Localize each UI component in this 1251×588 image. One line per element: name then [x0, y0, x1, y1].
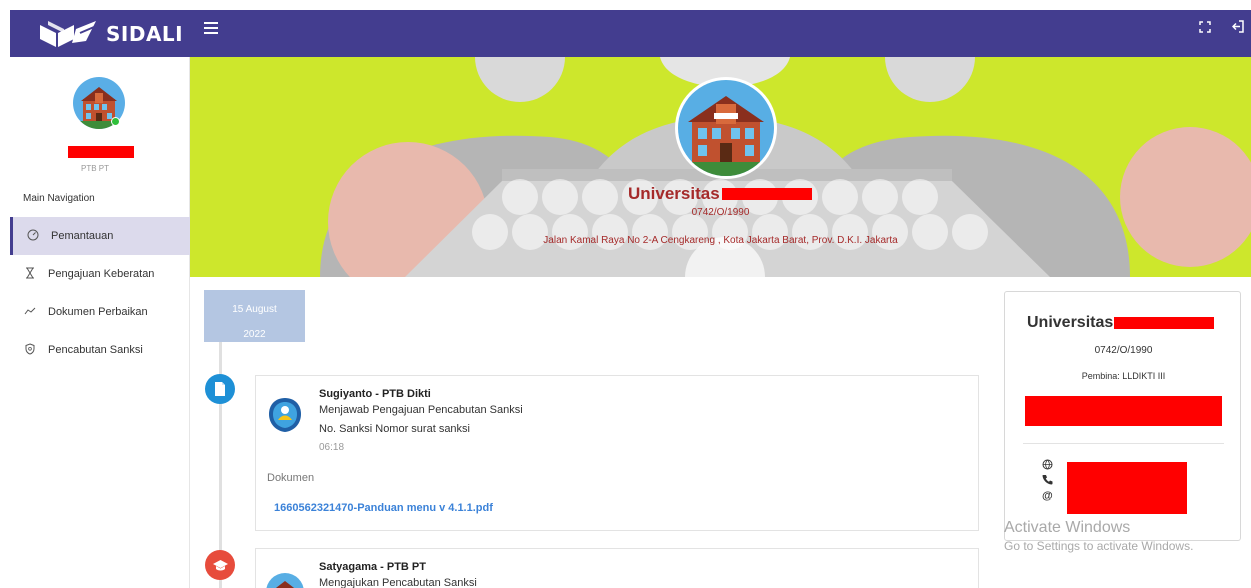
windows-activation-watermark: Activate Windows Go to Settings to activ… — [1004, 519, 1193, 553]
sidebar-item-pencabutan-sanksi[interactable]: Pencabutan Sanksi — [10, 331, 190, 369]
institution-address: Jalan Kamal Raya No 2-A Cengkareng , Kot… — [543, 235, 898, 246]
timeline-date-badge: 15 August 2022 — [204, 290, 305, 342]
institution-logo — [675, 77, 777, 179]
title-redacted — [1114, 317, 1215, 329]
sidebar-item-label: Pemantauan — [51, 230, 114, 242]
trend-icon — [10, 306, 36, 319]
globe-icon — [1042, 459, 1056, 474]
shield-icon — [10, 342, 36, 358]
entry-author: Satyagama - PTB PT — [319, 561, 426, 573]
nav-heading: Main Navigation — [23, 193, 95, 204]
brand-name: SIDALI — [106, 22, 184, 46]
institution-code: 0742/O/1990 — [691, 207, 750, 218]
institution-profile-card: Universitas 0742/O/1990 Pembina: LLDIKTI… — [1004, 291, 1241, 541]
kemdikbud-logo — [266, 396, 304, 434]
contact-icons: @ — [1042, 459, 1056, 503]
sidebar-item-label: Dokumen Perbaikan — [48, 306, 148, 318]
hourglass-icon — [10, 267, 36, 282]
user-role: PTB PT — [80, 164, 109, 173]
watermark-line1: Activate Windows — [1004, 519, 1131, 536]
entry-doc-link[interactable]: 1660562321470-Panduan menu v 4.1.1.pdf — [274, 502, 493, 514]
title-redacted — [721, 188, 812, 200]
at-icon: @ — [1042, 490, 1053, 502]
graduation-cap-icon — [205, 550, 235, 580]
sidebar-item-label: Pencabutan Sanksi — [48, 344, 143, 356]
online-status-dot — [111, 117, 120, 126]
avatar — [266, 573, 304, 588]
contact-info-redacted — [1067, 462, 1187, 514]
document-icon — [205, 374, 235, 404]
sidebar-item-dokumen-perbaikan[interactable]: Dokumen Perbaikan — [10, 293, 190, 331]
tut-wuri-logo-icon — [269, 398, 301, 432]
entry-action: Mengajukan Pencabutan Sanksi — [319, 577, 477, 588]
profile-title: Universitas — [1027, 314, 1215, 332]
profile-code: 0742/O/1990 — [1094, 345, 1153, 356]
entry-action: Menjawab Pengajuan Pencabutan Sanksi — [319, 404, 523, 416]
sidebar-item-pemantauan[interactable]: Pemantauan — [10, 217, 190, 255]
logout-icon[interactable] — [1231, 20, 1244, 36]
sidebar: PTB PT Main Navigation Pemantauan Pengaj… — [0, 57, 190, 588]
top-bar-strip — [10, 10, 1251, 57]
timeline-entry-1: Sugiyanto - PTB Dikti Menjawab Pengajuan… — [255, 375, 979, 531]
watermark-line2: Go to Settings to activate Windows. — [1004, 539, 1194, 553]
institution-banner: Universitas 0742/O/1990 Jalan Kamal Raya… — [190, 57, 1251, 277]
entry-doc-label: Dokumen — [267, 472, 315, 484]
hamburger-icon[interactable] — [204, 22, 218, 34]
date-day-month: 15 August — [232, 304, 277, 315]
divider — [1023, 443, 1224, 444]
profile-info-redacted — [1025, 396, 1222, 426]
profile-pembina: Pembina: LLDIKTI III — [1081, 371, 1166, 381]
institution-title: Universitas — [628, 184, 812, 204]
book-logo-icon — [40, 21, 96, 47]
timeline-entry-2: Satyagama - PTB PT Mengajukan Pencabutan… — [255, 548, 979, 588]
sidebar-item-pengajuan-keberatan[interactable]: Pengajuan Keberatan — [10, 255, 190, 293]
sidebar-item-label: Pengajuan Keberatan — [48, 268, 155, 280]
user-name-redacted — [68, 146, 134, 158]
top-bar: SIDALI — [0, 0, 1251, 57]
entry-time: 06:18 — [319, 442, 345, 453]
fullscreen-icon[interactable] — [1199, 20, 1211, 36]
university-building-icon — [678, 96, 774, 176]
phone-icon — [1042, 474, 1056, 489]
brand-logo[interactable]: SIDALI — [38, 16, 183, 52]
university-building-icon — [266, 573, 304, 588]
entry-author: Sugiyanto - PTB Dikti — [319, 388, 431, 400]
gauge-icon — [13, 229, 39, 244]
entry-detail: No. Sanksi Nomor surat sanksi — [319, 423, 470, 435]
